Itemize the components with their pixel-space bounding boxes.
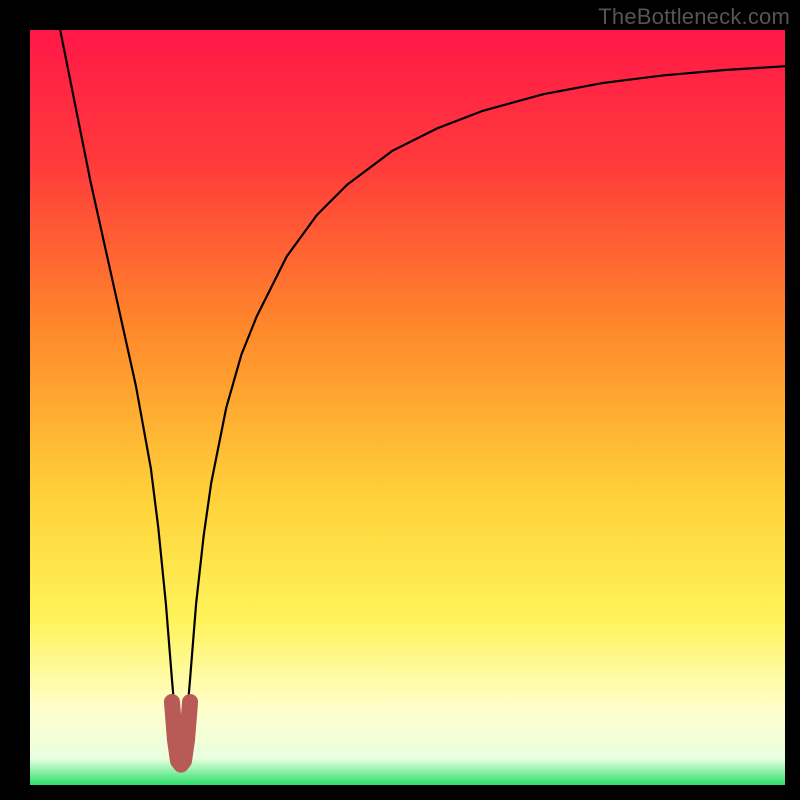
chart-svg — [30, 30, 785, 785]
chart-frame: TheBottleneck.com — [0, 0, 800, 800]
watermark-text: TheBottleneck.com — [598, 4, 790, 30]
plot-area — [30, 30, 785, 785]
